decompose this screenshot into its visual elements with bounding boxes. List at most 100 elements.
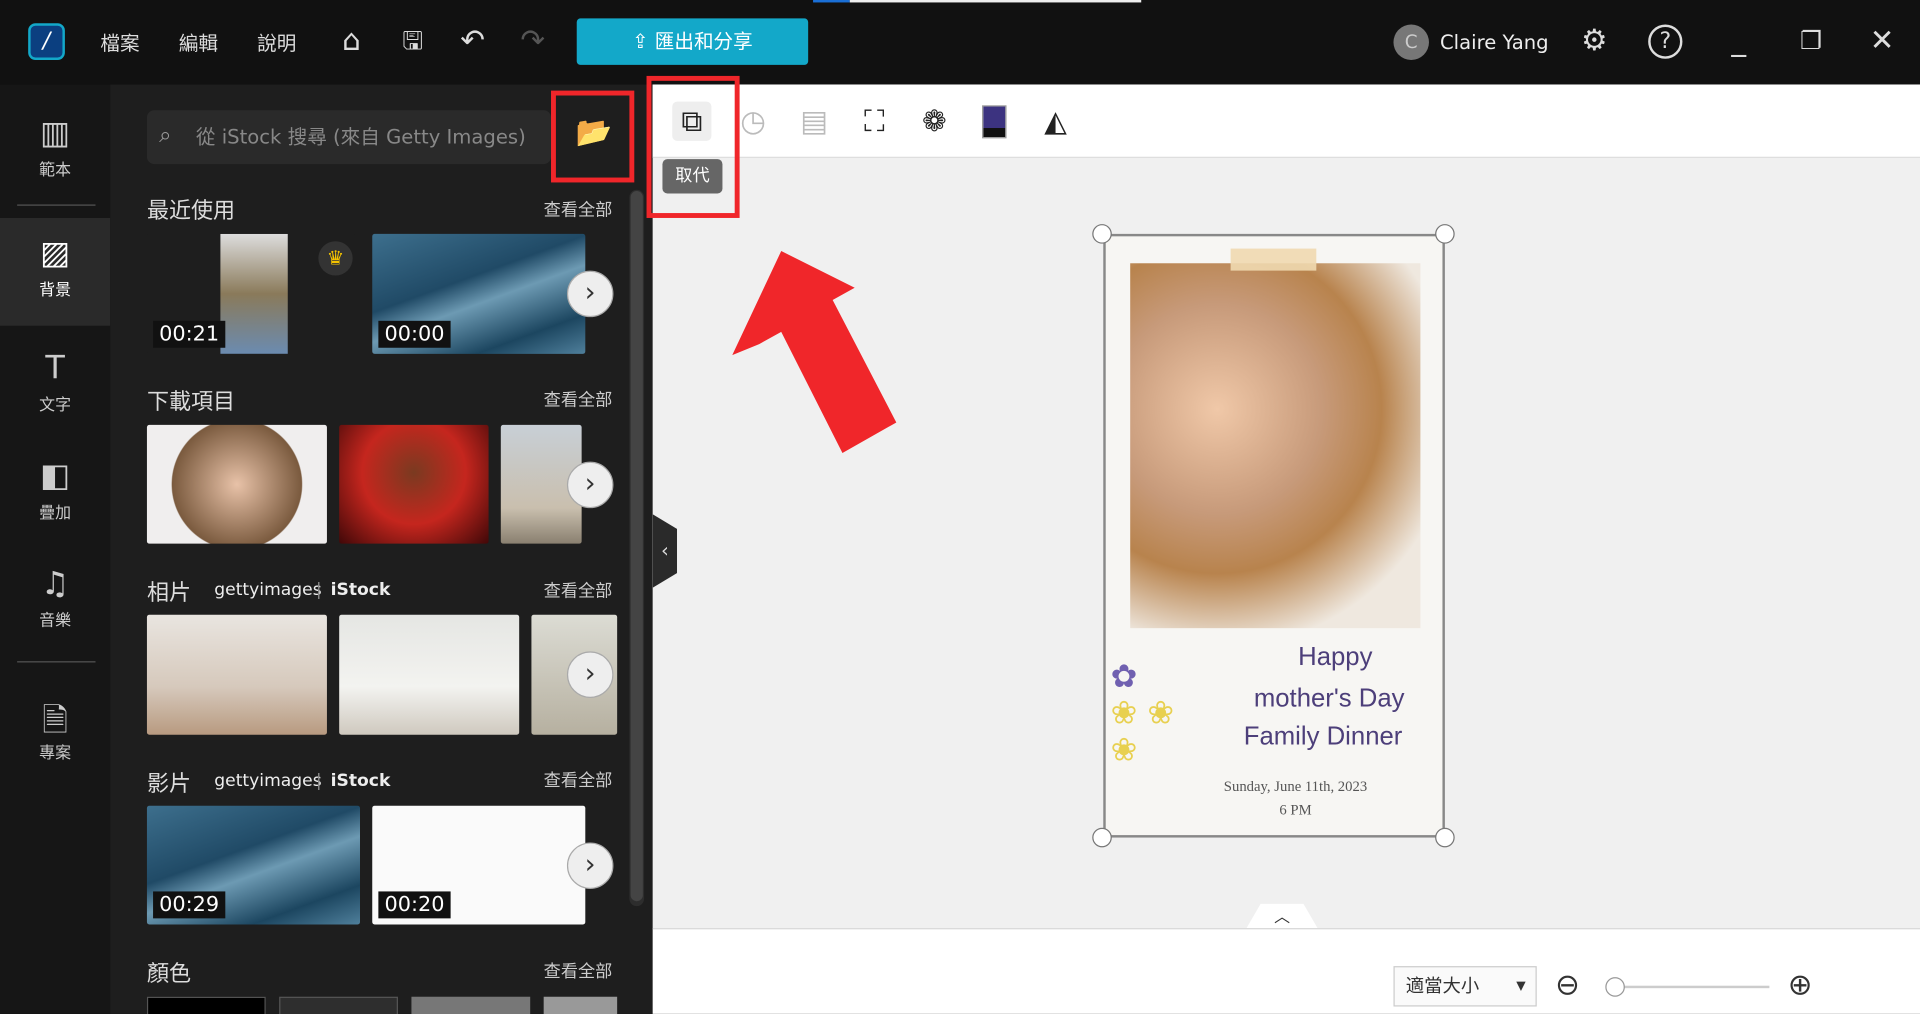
media-thumb[interactable] bbox=[146, 424, 327, 544]
search-input[interactable]: 從 iStock 搜尋 (來自 Getty Images) bbox=[146, 110, 552, 165]
chevron-right-icon[interactable]: › bbox=[566, 651, 614, 698]
gear-icon[interactable]: ⚙ bbox=[1576, 22, 1613, 59]
menu-edit[interactable]: 編輯 bbox=[179, 27, 218, 56]
nav-label: 疊加 bbox=[39, 504, 72, 523]
overlay-icon: ◧ bbox=[40, 457, 71, 495]
scrollbar[interactable] bbox=[629, 189, 645, 907]
photo-image bbox=[1130, 263, 1421, 629]
divider bbox=[17, 204, 96, 206]
zoom-in-icon[interactable]: ⊕ bbox=[1788, 967, 1813, 1001]
progress-indicator bbox=[813, 0, 850, 3]
folder-open-icon[interactable]: 📂 bbox=[576, 115, 613, 149]
card-heading-line: Happy bbox=[1298, 642, 1373, 672]
project-icon: 🗎 bbox=[42, 702, 68, 740]
media-thumb[interactable]: 00:00 bbox=[372, 233, 586, 354]
color-swatch[interactable] bbox=[279, 996, 398, 1014]
section-title: 相片 bbox=[146, 580, 192, 607]
see-all-link[interactable]: 查看全部 bbox=[544, 959, 613, 983]
flip-icon[interactable]: ◭ bbox=[1036, 102, 1075, 141]
flower-decoration: ✿ ❀ ❀ ❀ bbox=[1110, 658, 1175, 769]
export-label: 匯出和分享 bbox=[654, 29, 753, 53]
zoom-slider[interactable] bbox=[1613, 985, 1770, 989]
menu-file[interactable]: 檔案 bbox=[100, 27, 139, 56]
color-swatch[interactable] bbox=[146, 996, 266, 1014]
istock-logo: iStock bbox=[330, 580, 391, 601]
close-icon[interactable]: ✕ bbox=[1864, 22, 1901, 59]
section-title: 最近使用 bbox=[146, 198, 236, 225]
see-all-link[interactable]: 查看全部 bbox=[544, 768, 613, 792]
nav-label: 文字 bbox=[39, 396, 72, 416]
zoom-out-icon[interactable]: ⊖ bbox=[1555, 967, 1580, 1001]
istock-logo: iStock bbox=[330, 771, 391, 792]
media-thumb[interactable] bbox=[339, 424, 489, 544]
text-icon: T bbox=[45, 350, 65, 387]
undo-icon[interactable]: ↶ bbox=[454, 22, 491, 59]
media-thumb[interactable]: 00:20 bbox=[372, 805, 586, 925]
resize-handle[interactable] bbox=[1092, 224, 1112, 244]
nav-backgrounds[interactable]: ▨ 背景 bbox=[0, 217, 111, 326]
zoom-slider-thumb[interactable] bbox=[1605, 977, 1625, 997]
design-card[interactable]: Happy mother's Day Family Dinner Sunday,… bbox=[1103, 233, 1445, 838]
color-fill-icon[interactable] bbox=[982, 105, 1007, 139]
nav-projects[interactable]: 🗎 專案 bbox=[0, 681, 110, 779]
nav-overlay[interactable]: ◧ 疊加 bbox=[0, 441, 110, 539]
card-heading-line: mother's Day bbox=[1253, 684, 1405, 713]
music-icon: ♫ bbox=[40, 565, 70, 603]
progress-track bbox=[849, 0, 1142, 3]
media-thumb[interactable] bbox=[146, 614, 327, 735]
gettyimages-logo: gettyimages bbox=[214, 771, 322, 792]
card-heading-line: Family Dinner bbox=[1243, 722, 1403, 751]
color-swatch[interactable] bbox=[411, 996, 531, 1014]
avatar[interactable]: C bbox=[1393, 24, 1429, 61]
blend-icon[interactable]: ❁ bbox=[915, 102, 954, 141]
upload-icon: ⇪ bbox=[632, 29, 655, 53]
search-icon: ⌕ bbox=[159, 122, 172, 149]
chevron-right-icon[interactable]: › bbox=[566, 270, 614, 318]
crop-icon[interactable]: ⛶ bbox=[855, 102, 894, 141]
edit-toolbar bbox=[652, 84, 1920, 158]
zoom-fit-select[interactable]: 適當大小 ▼ bbox=[1393, 966, 1537, 1007]
nav-label: 背景 bbox=[39, 281, 72, 301]
menu-help[interactable]: 說明 bbox=[257, 27, 296, 56]
export-share-button[interactable]: ⇪ 匯出和分享 bbox=[576, 18, 809, 65]
nav-music[interactable]: ♫ 音樂 bbox=[0, 549, 110, 647]
see-all-link[interactable]: 查看全部 bbox=[544, 197, 613, 221]
minimize-icon[interactable]: _ bbox=[1720, 22, 1757, 59]
resize-handle[interactable] bbox=[1435, 224, 1455, 244]
user-name[interactable]: Claire Yang bbox=[1440, 31, 1549, 54]
template-icon: ▥ bbox=[40, 115, 71, 152]
chevron-right-icon[interactable]: › bbox=[566, 461, 614, 509]
media-thumb[interactable] bbox=[339, 614, 520, 735]
resize-handle[interactable] bbox=[1435, 827, 1455, 848]
caret-down-icon: ▼ bbox=[1516, 979, 1526, 994]
film-icon[interactable]: ▤ bbox=[795, 102, 834, 141]
see-all-link[interactable]: 查看全部 bbox=[544, 387, 613, 411]
card-time: 6 PM bbox=[1279, 800, 1312, 818]
clock-icon[interactable]: ◷ bbox=[733, 102, 772, 141]
red-arrow-annotation bbox=[732, 251, 897, 454]
bottom-bar bbox=[652, 928, 1920, 1014]
section-title: 下載項目 bbox=[146, 389, 236, 416]
resize-handle[interactable] bbox=[1092, 827, 1112, 848]
tape-decoration bbox=[1230, 248, 1317, 271]
home-icon[interactable]: ⌂ bbox=[333, 22, 370, 59]
nav-label: 範本 bbox=[39, 161, 72, 181]
see-all-link[interactable]: 查看全部 bbox=[544, 578, 613, 602]
restore-icon[interactable]: ❐ bbox=[1793, 22, 1830, 59]
divider bbox=[17, 661, 96, 663]
nav-text[interactable]: T 文字 bbox=[0, 333, 110, 431]
gettyimages-logo: gettyimages bbox=[214, 580, 322, 601]
media-thumb[interactable]: 00:29 bbox=[146, 805, 361, 925]
nav-label: 音樂 bbox=[39, 612, 72, 631]
app-logo: / bbox=[28, 23, 65, 61]
save-icon[interactable]: 🖫 bbox=[394, 22, 431, 59]
background-icon: ▨ bbox=[40, 235, 71, 272]
nav-templates[interactable]: ▥ 範本 bbox=[0, 98, 110, 196]
premium-crown-icon: ♛ bbox=[318, 241, 353, 276]
color-swatch[interactable] bbox=[543, 996, 618, 1014]
chevron-right-icon[interactable]: › bbox=[566, 842, 614, 889]
section-title: 顏色 bbox=[146, 961, 192, 987]
card-date: Sunday, June 11th, 2023 bbox=[1223, 777, 1368, 795]
help-icon[interactable]: ? bbox=[1648, 24, 1683, 59]
redo-icon[interactable]: ↷ bbox=[514, 22, 551, 59]
